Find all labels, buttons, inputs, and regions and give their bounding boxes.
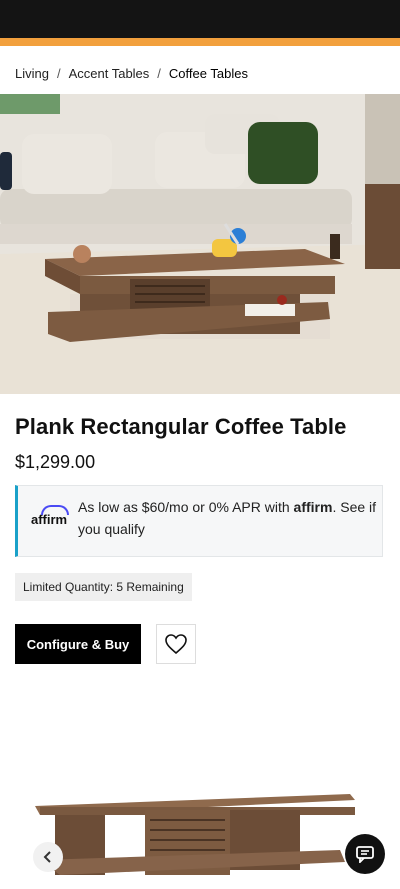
stock-badge: Limited Quantity: 5 Remaining [15, 573, 192, 601]
affirm-message: As low as $60/mo or 0% APR with affirm. … [78, 496, 378, 540]
affirm-logo-arc [41, 505, 69, 515]
affirm-financing-banner[interactable]: affirm As low as $60/mo or 0% APR with a… [15, 485, 383, 557]
wishlist-button[interactable] [156, 624, 196, 664]
heart-icon [165, 634, 187, 655]
product-price: $1,299.00 [15, 452, 96, 472]
breadcrumb-accent-tables[interactable]: Accent Tables [69, 66, 150, 81]
affirm-text-before: As low as $60/mo or 0% APR with [78, 499, 294, 515]
product-title: Plank Rectangular Coffee Table [15, 414, 347, 439]
chat-button[interactable] [345, 834, 385, 874]
coffee-table-photo [0, 770, 400, 889]
status-bar [0, 0, 400, 38]
affirm-brand: affirm [293, 499, 333, 515]
breadcrumb-separator: / [56, 66, 61, 81]
promo-banner[interactable] [0, 38, 400, 46]
breadcrumb-separator: / [157, 66, 161, 81]
breadcrumb-coffee-tables: Coffee Tables [168, 66, 248, 81]
carousel-prev-button[interactable] [33, 842, 63, 872]
hero-image[interactable] [0, 94, 400, 394]
affirm-logo: affirm [31, 505, 69, 527]
breadcrumb: Living / Accent Tables / Coffee Tables [15, 66, 248, 81]
chevron-left-icon [43, 851, 51, 863]
breadcrumb-living[interactable]: Living [15, 66, 49, 81]
product-carousel-image[interactable] [0, 770, 400, 889]
configure-buy-button[interactable]: Configure & Buy [15, 624, 141, 664]
chat-icon [356, 846, 374, 863]
living-room-scene [0, 94, 400, 394]
